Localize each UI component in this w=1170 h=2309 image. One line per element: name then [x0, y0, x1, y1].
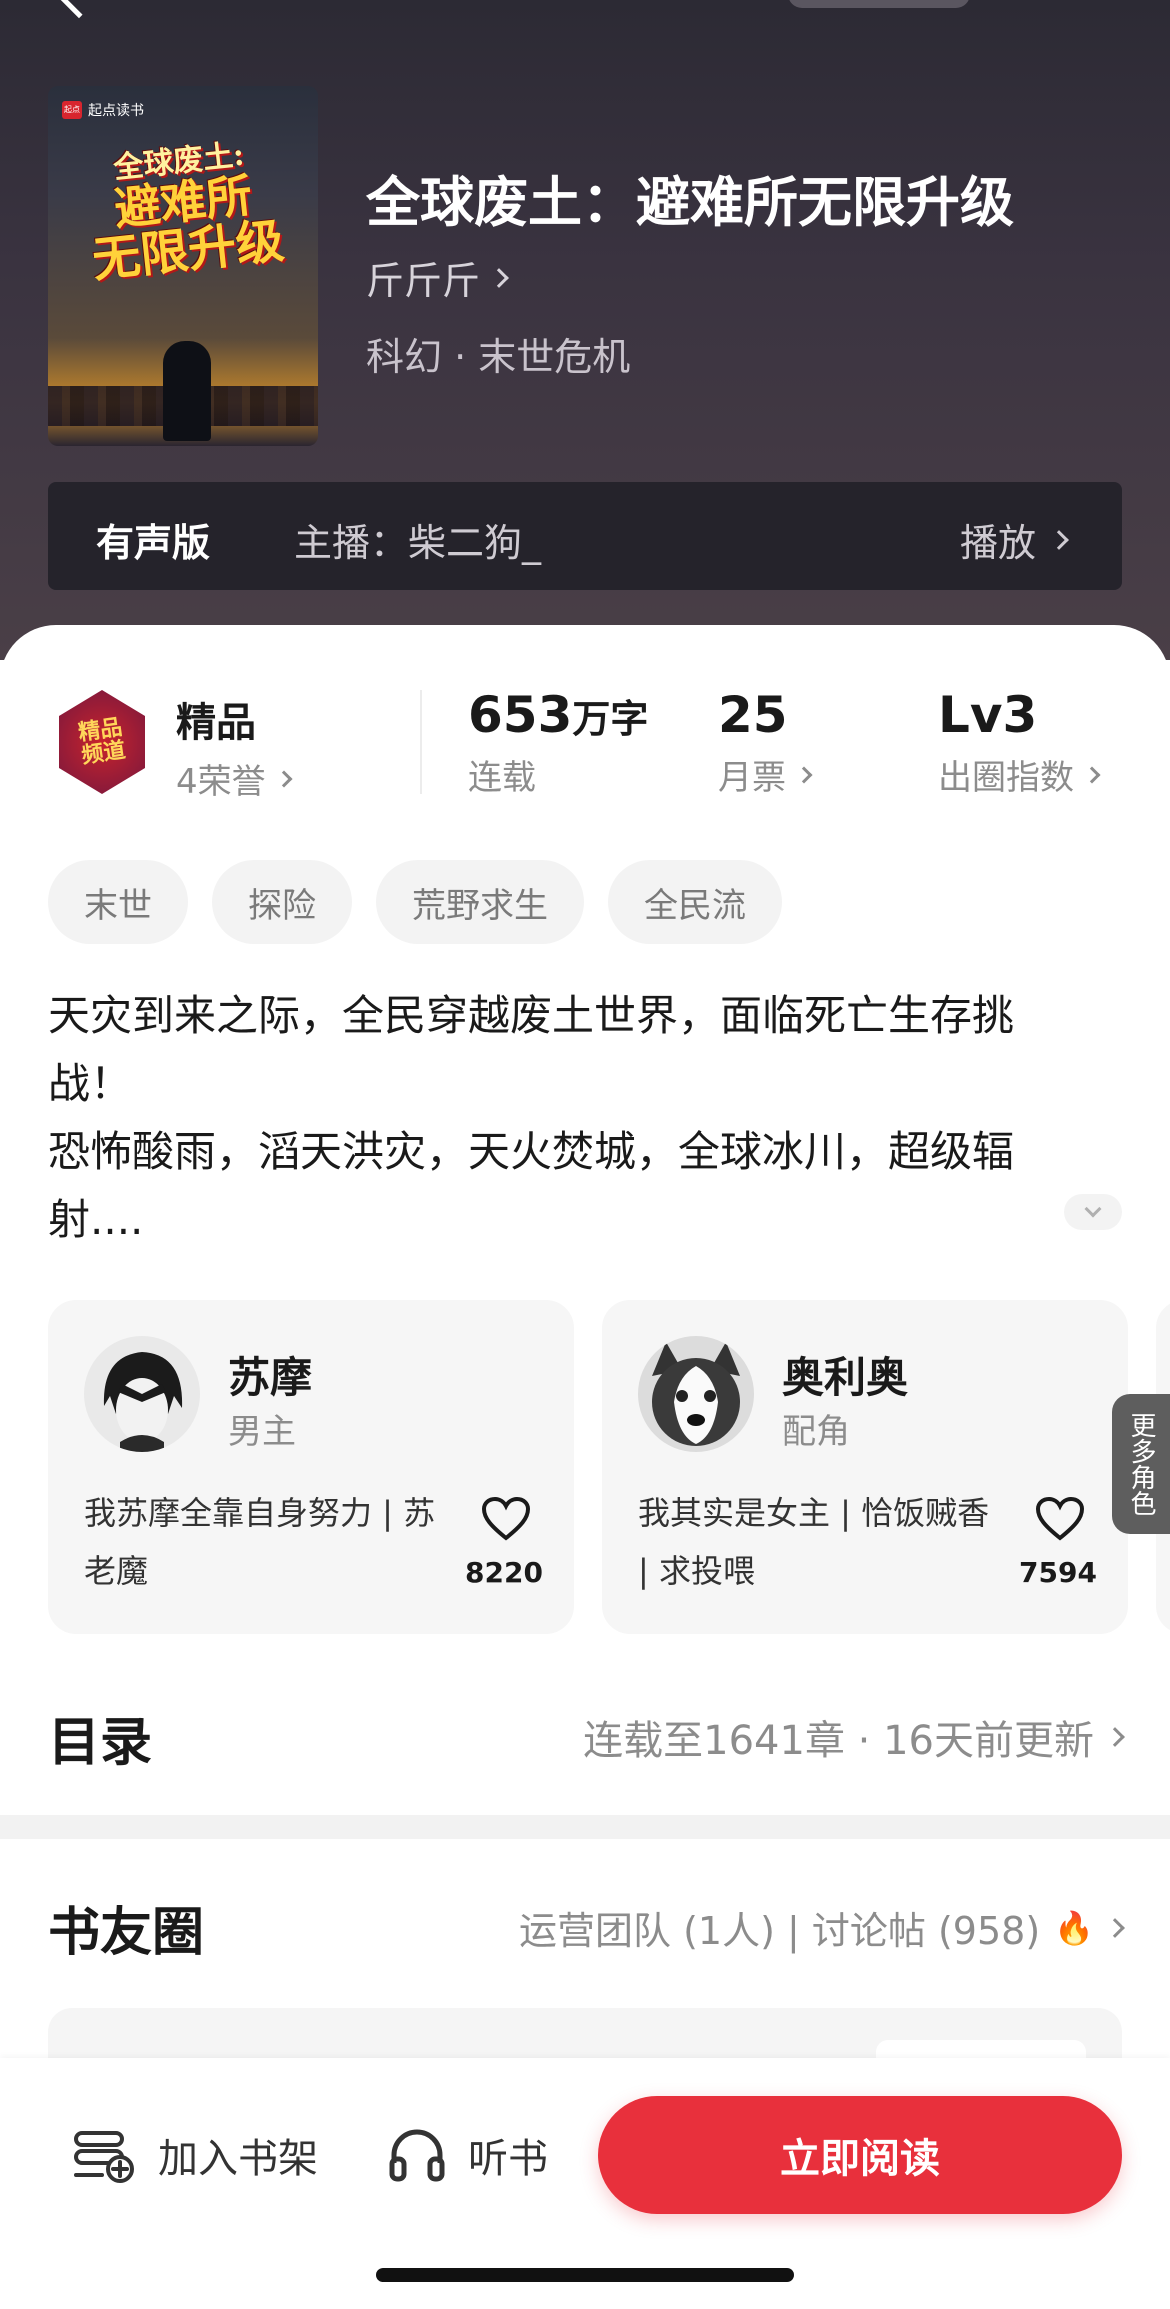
character-avatar	[84, 1336, 200, 1452]
bookshelf-add-icon	[74, 2131, 134, 2183]
author-name: 斤斤斤	[366, 259, 481, 303]
word-count-unit: 万字	[572, 697, 649, 741]
character-role: 男主	[228, 1412, 296, 1452]
synopsis-line: 战！	[48, 1059, 133, 1108]
community-title[interactable]: 书友圈	[48, 1890, 204, 1965]
fire-icon: 🔥	[1054, 1908, 1094, 1947]
audio-version-bar[interactable]: 有声版 主播：柴二狗_ 播放	[48, 482, 1122, 590]
publisher-label: 起点读书	[88, 103, 144, 119]
play-button[interactable]: 播放	[959, 512, 1069, 567]
community-stats: 运营团队 (1人) | 讨论帖 (958)	[519, 1909, 1041, 1953]
chevron-right-icon	[275, 770, 293, 787]
chevron-right-icon	[795, 766, 813, 783]
tickets-value: 25	[718, 686, 788, 744]
heart-icon[interactable]	[476, 1496, 536, 1546]
character-description: 我其实是女主 | 恰饭贼香 | 求投喂	[638, 1494, 990, 1590]
tag-list: 末世 探险 荒野求生 全民流	[48, 860, 782, 944]
top-action-pill[interactable]	[788, 0, 970, 8]
synopsis-line: 恐怖酸雨，滔天洪灾，天火焚城，全球冰川，超级辐	[48, 1127, 1015, 1176]
book-genre: 科幻 · 末世危机	[366, 335, 631, 379]
audio-host: 主播：柴二狗_	[294, 521, 542, 565]
community-link[interactable]: 运营团队 (1人) | 讨论帖 (958) 🔥	[519, 1900, 1125, 1955]
tag-chip[interactable]: 末世	[48, 860, 188, 944]
cover-publisher: 起点 起点读书	[62, 100, 144, 120]
headphones-icon	[389, 2129, 445, 2182]
toc-status: 连载至1641章 · 16天前更新	[583, 1718, 1094, 1764]
tag-chip[interactable]: 全民流	[608, 860, 782, 944]
character-card[interactable]: 奥利奥 配角 我其实是女主 | 恰饭贼香 | 求投喂 7594	[602, 1300, 1128, 1634]
honor-badge-icon[interactable]: 精品 频道	[52, 690, 152, 794]
book-cover[interactable]: 起点 起点读书 全球废土: 避难所 无限升级	[48, 86, 318, 446]
toc-link[interactable]: 连载至1641章 · 16天前更新	[583, 1708, 1125, 1766]
monthly-tickets-stat[interactable]: 25 月票	[718, 686, 813, 799]
like-count: 7594	[1019, 1556, 1097, 1589]
cover-figure	[163, 341, 211, 441]
heart-icon[interactable]	[1030, 1496, 1090, 1546]
chevron-right-icon	[1083, 766, 1101, 783]
more-roles-tab[interactable]: 更多角色	[1112, 1394, 1170, 1534]
synopsis-line: 射....	[48, 1195, 144, 1244]
word-count-stat: 653万字 连载	[468, 686, 648, 799]
section-divider	[0, 1815, 1170, 1839]
home-indicator[interactable]	[376, 2268, 794, 2282]
tickets-label: 月票	[718, 758, 786, 798]
divider	[420, 690, 422, 794]
chevron-right-icon	[1105, 1917, 1125, 1938]
synopsis-line: 天灾到来之际，全民穿越废土世界，面临死亡生存挑	[48, 991, 1015, 1040]
level-value: Lv3	[938, 686, 1038, 744]
cover-title-art: 全球废土: 避难所 无限升级	[50, 133, 318, 289]
listen-button[interactable]: 听书	[388, 2126, 548, 2184]
read-now-button[interactable]: 立即阅读	[598, 2096, 1122, 2214]
character-avatar	[638, 1336, 754, 1452]
character-name: 苏摩	[228, 1353, 313, 1402]
honor-count: 4荣誉	[176, 762, 266, 802]
audio-tag: 有声版	[96, 521, 211, 565]
publisher-logo-icon: 起点	[62, 101, 82, 119]
popularity-stat[interactable]: Lv3 出圈指数	[938, 686, 1101, 799]
word-count-label: 连载	[468, 758, 536, 798]
character-role: 配角	[782, 1412, 850, 1452]
honor-title: 精品	[176, 700, 256, 746]
level-label: 出圈指数	[938, 758, 1074, 798]
tag-chip[interactable]: 探险	[212, 860, 352, 944]
chevron-right-icon	[1049, 529, 1069, 550]
badge-text: 频道	[79, 736, 128, 769]
chevron-right-icon	[1105, 1727, 1125, 1747]
author-link[interactable]: 斤斤斤	[366, 250, 509, 305]
like-count: 8220	[465, 1556, 543, 1589]
toc-title[interactable]: 目录	[48, 1700, 152, 1775]
word-count-number: 653	[468, 686, 573, 744]
chevron-down-icon	[1084, 1200, 1102, 1218]
expand-synopsis-button[interactable]	[1064, 1194, 1122, 1230]
add-to-shelf-button[interactable]: 加入书架	[72, 2126, 318, 2184]
add-to-shelf-label: 加入书架	[158, 2136, 318, 2182]
chevron-right-icon	[489, 267, 509, 288]
tag-chip[interactable]: 荒野求生	[376, 860, 584, 944]
honor-link[interactable]: 4荣誉	[176, 754, 293, 803]
character-name: 奥利奥	[782, 1353, 909, 1402]
character-card[interactable]: 苏摩 男主 我苏摩全靠自身努力 | 苏老魔 8220	[48, 1300, 574, 1634]
character-description: 我苏摩全靠自身努力 | 苏老魔	[84, 1494, 436, 1590]
listen-label: 听书	[468, 2136, 548, 2182]
synopsis[interactable]: 天灾到来之际，全民穿越废土世界，面临死亡生存挑 战！ 恐怖酸雨，滔天洪灾，天火焚…	[48, 982, 1108, 1254]
word-count-value: 653万字	[468, 686, 648, 744]
play-label: 播放	[959, 521, 1036, 565]
book-title: 全球废土：避难所无限升级	[366, 171, 1014, 234]
